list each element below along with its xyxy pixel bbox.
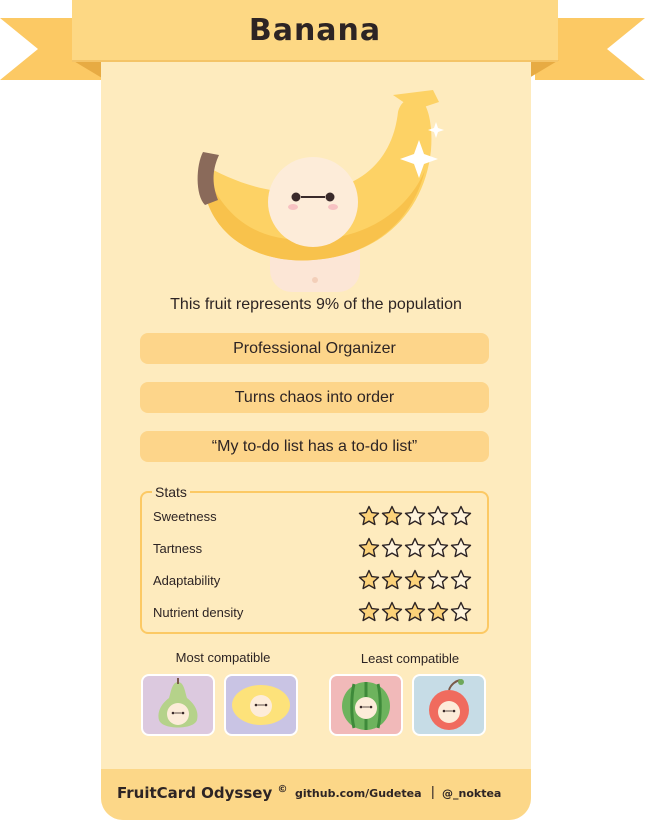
tagline-pill: Turns chaos into order	[140, 382, 489, 413]
star-empty-icon	[381, 537, 403, 558]
watermelon-icon	[342, 682, 390, 730]
star-filled-icon	[381, 601, 403, 622]
star-empty-icon	[404, 505, 426, 526]
role-pill: Professional Organizer	[140, 333, 489, 364]
star-filled-icon	[381, 569, 403, 590]
star-filled-icon	[358, 601, 380, 622]
cherry-icon	[429, 679, 469, 730]
stat-label: Sweetness	[153, 509, 217, 524]
compat-thumb-pear	[141, 674, 215, 736]
lemon-icon	[232, 685, 290, 725]
most-compatible-label: Most compatible	[175, 650, 271, 665]
star-empty-icon	[450, 601, 472, 622]
pear-icon	[158, 678, 198, 728]
star-rating	[358, 601, 473, 623]
compat-thumb-cherry	[412, 674, 486, 736]
stat-row-sweetness: Sweetness	[153, 505, 473, 529]
copyright-mark: ©	[277, 784, 288, 795]
star-empty-icon	[427, 505, 449, 526]
stat-label: Adaptability	[153, 573, 221, 588]
star-empty-icon	[450, 505, 472, 526]
stat-row-nutrient-density: Nutrient density	[153, 601, 473, 625]
star-empty-icon	[450, 537, 472, 558]
stats-panel: Stats Sweetness Tartness Adaptability Nu…	[140, 484, 489, 634]
star-rating	[358, 537, 473, 559]
github-link[interactable]: github.com/Gudetea	[295, 787, 422, 800]
title-banner: Banana	[72, 0, 558, 62]
star-filled-icon	[358, 537, 380, 558]
population-text: This fruit represents 9% of the populati…	[170, 296, 462, 313]
social-handle-link[interactable]: @_noktea	[442, 787, 501, 800]
star-empty-icon	[450, 569, 472, 590]
stat-row-tartness: Tartness	[153, 537, 473, 561]
star-filled-icon	[358, 569, 380, 590]
compat-thumb-lemon	[224, 674, 298, 736]
stats-title: Stats	[152, 484, 190, 500]
stat-label: Nutrient density	[153, 605, 244, 620]
stat-row-adaptability: Adaptability	[153, 569, 473, 593]
card-footer: FruitCard Odyssey © github.com/Gudetea |…	[101, 769, 531, 820]
least-compatible-label: Least compatible	[360, 651, 460, 666]
star-empty-icon	[427, 537, 449, 558]
compat-thumb-watermelon	[329, 674, 403, 736]
star-filled-icon	[427, 601, 449, 622]
fruit-title: Banana	[248, 12, 382, 48]
star-filled-icon	[381, 505, 403, 526]
footer-separator: |	[431, 783, 435, 799]
star-filled-icon	[358, 505, 380, 526]
brand-name: FruitCard Odyssey ©	[117, 784, 288, 802]
stat-label: Tartness	[153, 541, 203, 556]
fruit-card: This fruit represents 9% of the populati…	[101, 60, 531, 820]
banana-character-icon	[197, 90, 444, 292]
star-filled-icon	[404, 601, 426, 622]
quote-pill: “My to-do list has a to-do list”	[140, 431, 489, 462]
star-empty-icon	[427, 569, 449, 590]
star-filled-icon	[404, 569, 426, 590]
star-rating	[358, 569, 473, 591]
star-rating	[358, 505, 473, 527]
star-empty-icon	[404, 537, 426, 558]
